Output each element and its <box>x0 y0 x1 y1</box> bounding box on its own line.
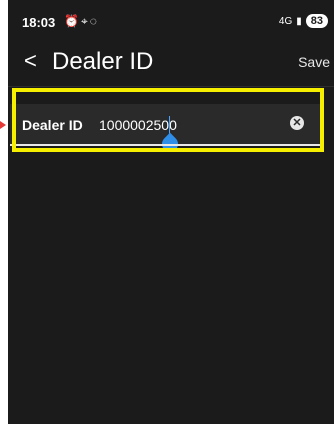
location-icon: ⌖ <box>80 14 90 28</box>
signal-icon: ▮ <box>296 15 302 27</box>
annotation-highlight-box <box>12 88 324 152</box>
status-time: 18:03 <box>22 15 56 30</box>
alarm-icon: ⏰ <box>64 14 81 28</box>
back-button[interactable]: < <box>24 48 37 74</box>
network-label: 4G <box>278 15 293 27</box>
phone-screen: 18:03 ⏰⌖◌ 4G ▮ 83 < Dealer ID Save <box>8 0 334 424</box>
status-right: 4G ▮ 83 <box>279 14 328 28</box>
annotation-pointer-arrow <box>0 121 6 129</box>
whatsapp-icon: ◌ <box>89 14 99 28</box>
save-button[interactable]: Save <box>298 54 330 70</box>
status-bar: 18:03 ⏰⌖◌ 4G ▮ 83 <box>8 0 334 32</box>
app-bar: < Dealer ID Save <box>8 40 334 84</box>
page-title: Dealer ID <box>52 48 154 75</box>
notification-icons: ⏰⌖◌ <box>64 14 99 29</box>
battery-badge: 83 <box>305 14 328 28</box>
appbar-divider <box>8 86 334 87</box>
